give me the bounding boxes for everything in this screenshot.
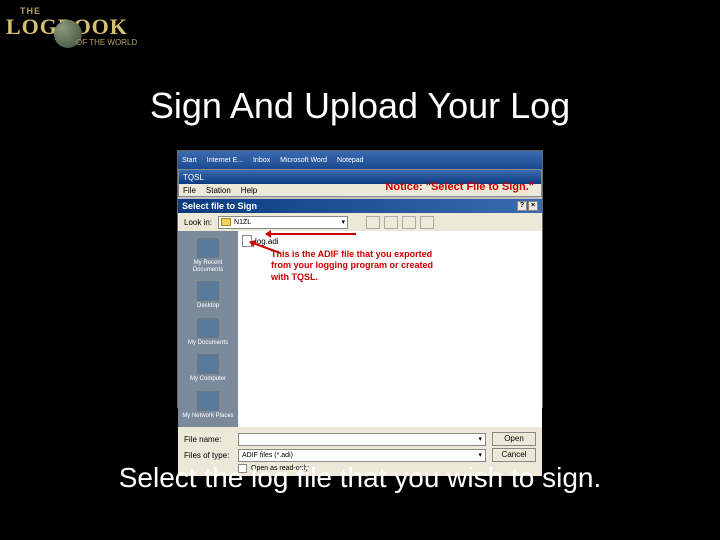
place-desktop[interactable]: Desktop [180,278,236,312]
file-list[interactable]: log.adi This is the ADIF file that you e… [238,231,542,427]
cancel-button[interactable]: Cancel [492,448,536,462]
chevron-down-icon: ▾ [342,218,346,226]
chevron-down-icon: ▾ [478,435,482,443]
taskbar-item[interactable]: Inbox [253,157,270,164]
taskbar-item[interactable]: Internet E... [207,157,243,164]
menu-station[interactable]: Station [206,186,231,195]
taskbar-item[interactable]: Start [182,157,197,164]
up-icon[interactable] [384,216,398,229]
notice-annotation: Notice: "Select File to Sign." [385,181,534,193]
dialog-title-text: Select file to Sign [182,201,257,211]
embedded-screenshot: Start Internet E... Inbox Microsoft Word… [177,150,543,408]
desktop-icon [196,280,220,302]
documents-icon [196,317,220,339]
network-icon [196,390,220,412]
taskbar-item[interactable]: Microsoft Word [280,157,327,164]
arrow-annotation [266,233,356,235]
places-bar: My Recent Documents Desktop My Documents… [178,231,238,427]
dialog-body: My Recent Documents Desktop My Documents… [178,231,542,427]
slide-title: Sign And Upload Your Log [0,85,720,127]
filename-input[interactable]: ▾ [238,433,486,446]
taskbar-item[interactable]: Notepad [337,157,363,164]
lookin-row: Look in: N1ZL ▾ [178,213,542,231]
open-button[interactable]: Open [492,432,536,446]
place-recent[interactable]: My Recent Documents [180,235,236,275]
help-icon[interactable]: ? [517,201,527,211]
filetype-label: Files of type: [184,451,232,460]
lookin-value: N1ZL [234,219,251,226]
lookin-label: Look in: [184,218,212,227]
lookin-dropdown[interactable]: N1ZL ▾ [218,216,348,229]
menu-file[interactable]: File [183,186,196,195]
view-icon[interactable] [420,216,434,229]
file-annotation: This is the ADIF file that you exported … [271,249,436,283]
place-computer[interactable]: My Computer [180,351,236,385]
new-folder-icon[interactable] [402,216,416,229]
close-icon[interactable]: × [528,201,538,211]
logo: THE LOGBOOK OF THE WORLD [6,6,161,61]
folder-icon [221,218,231,226]
filetype-dropdown[interactable]: ADIF files (*.adi)▾ [238,449,486,462]
recent-icon [196,237,220,259]
slide-caption: Select the log file that you wish to sig… [0,462,720,494]
menu-help[interactable]: Help [241,186,257,195]
chevron-down-icon: ▾ [478,451,482,459]
logo-tag: OF THE WORLD [76,38,137,47]
dialog-titlebar: Select file to Sign ? × [178,199,542,213]
computer-icon [196,353,220,375]
windows-taskbar: Start Internet E... Inbox Microsoft Word… [178,151,542,169]
filename-label: File name: [184,435,232,444]
place-network[interactable]: My Network Places [180,388,236,422]
place-documents[interactable]: My Documents [180,315,236,349]
back-icon[interactable] [366,216,380,229]
